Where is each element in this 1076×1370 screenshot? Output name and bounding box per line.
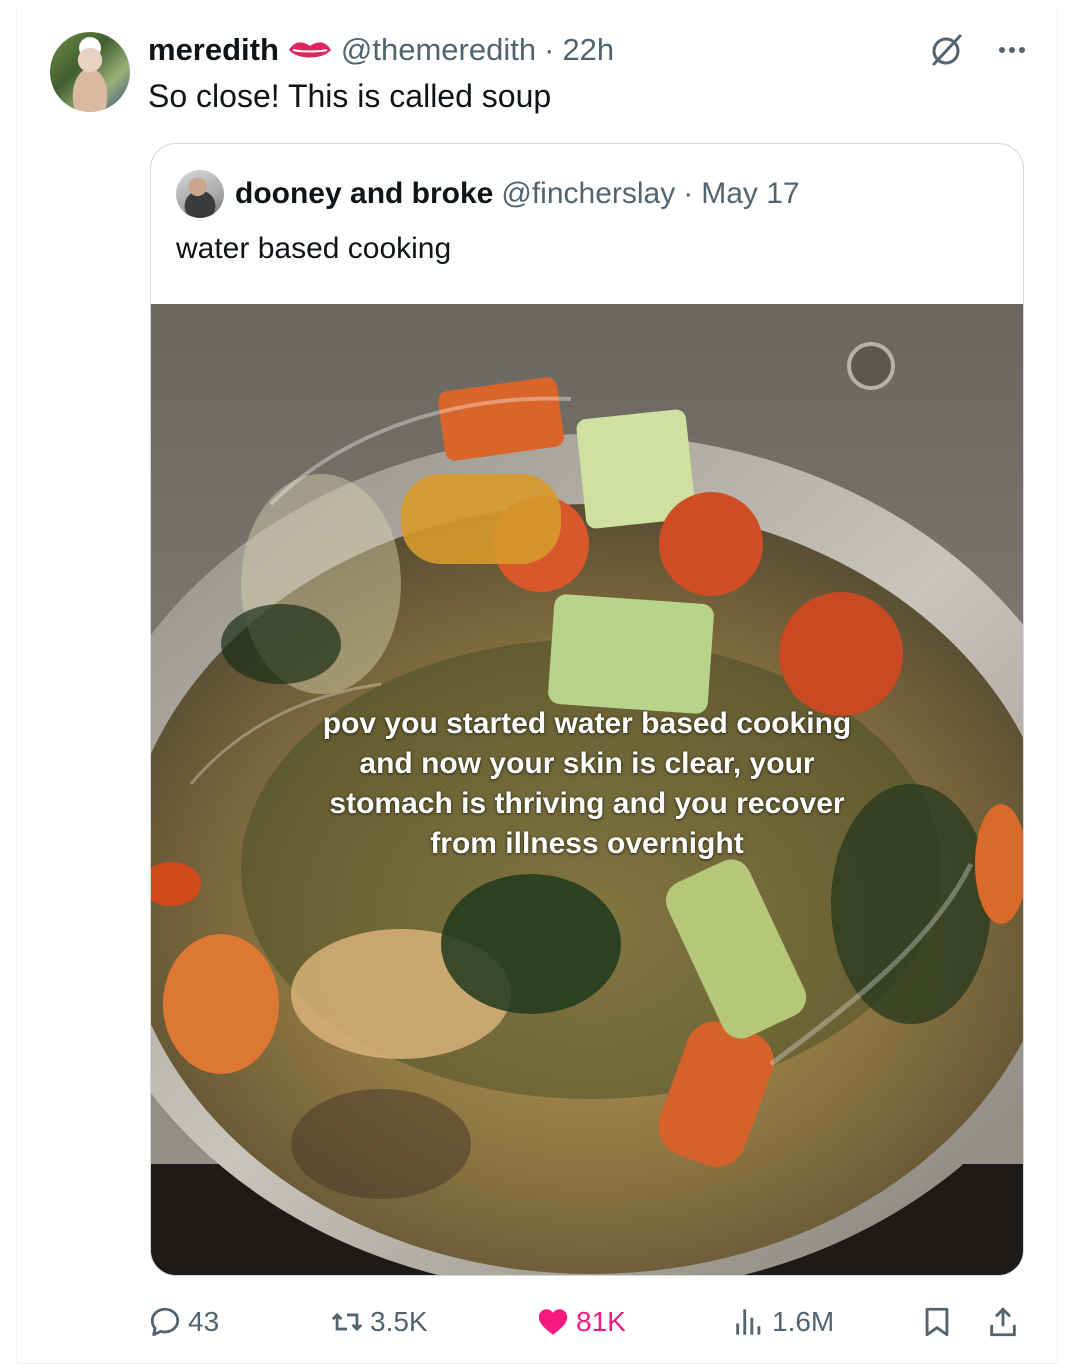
quoted-tweet[interactable]: dooney and broke @fincherslay · May 17 w… — [150, 143, 1024, 1276]
views-button[interactable]: 1.6M — [732, 1300, 834, 1344]
tweet-action-bar: 43 3.5K 81K 1.6M — [148, 1300, 1028, 1344]
more-icon[interactable] — [992, 30, 1032, 70]
bookmark-icon — [925, 1307, 949, 1337]
reply-icon — [150, 1307, 180, 1337]
quoted-author-avatar[interactable] — [176, 170, 224, 218]
quoted-separator-dot: · — [683, 177, 694, 210]
lips-icon — [288, 42, 331, 58]
heart-icon — [538, 1309, 568, 1335]
repost-count: 3.5K — [370, 1306, 428, 1337]
bookmark-button[interactable] — [920, 1300, 954, 1344]
author-name[interactable]: meredith — [148, 32, 279, 68]
tweet-header: meredith @themeredith · 22h — [148, 30, 614, 70]
grok-icon[interactable] — [926, 30, 966, 70]
quoted-author-handle[interactable]: @fincherslay — [501, 177, 675, 211]
repost-button[interactable]: 3.5K — [330, 1300, 428, 1344]
author-avatar[interactable] — [50, 32, 130, 112]
author-handle[interactable]: @themeredith — [341, 32, 536, 68]
media-caption-overlay: pov you started water based cooking and … — [151, 704, 1023, 864]
media-caption-line: and now your skin is clear, your — [359, 747, 815, 780]
media-caption-line: stomach is thriving and you recover — [329, 787, 845, 820]
repost-icon — [331, 1312, 363, 1332]
share-button[interactable] — [986, 1300, 1020, 1344]
quoted-author-name[interactable]: dooney and broke — [235, 177, 493, 211]
separator-dot: · — [544, 32, 555, 67]
media-caption-line: pov you started water based cooking — [322, 707, 852, 740]
quoted-tweet-text: water based cooking — [176, 232, 452, 265]
views-count: 1.6M — [772, 1306, 835, 1337]
like-button[interactable]: 81K — [536, 1300, 626, 1344]
like-count: 81K — [576, 1306, 626, 1337]
tweet-top-actions — [926, 30, 1032, 70]
views-icon — [736, 1309, 761, 1335]
tweet-time[interactable]: 22h — [562, 32, 614, 68]
quoted-tweet-header: dooney and broke @fincherslay · May 17 — [235, 172, 800, 216]
reply-button[interactable]: 43 — [148, 1300, 219, 1344]
media-caption-line: from illness overnight — [430, 827, 744, 860]
tweet-text: So close! This is called soup — [148, 78, 552, 114]
reply-count: 43 — [188, 1306, 220, 1337]
share-icon — [990, 1307, 1016, 1337]
quoted-tweet-media[interactable]: pov you started water based cooking and … — [151, 304, 1023, 1275]
quoted-tweet-date[interactable]: May 17 — [701, 177, 799, 211]
